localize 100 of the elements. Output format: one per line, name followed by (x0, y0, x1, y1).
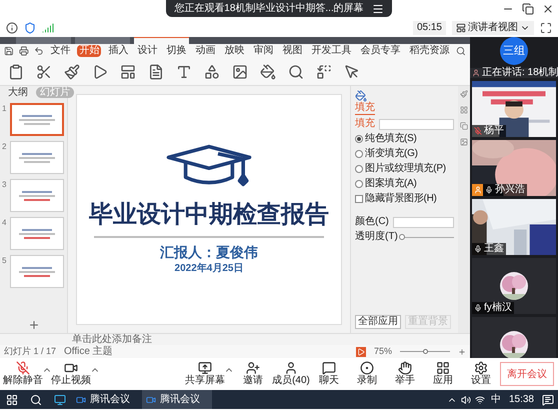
dropdown-field[interactable] (379, 118, 454, 130)
signal-icon[interactable] (42, 22, 54, 34)
ribbon-tab[interactable]: 动画 (193, 45, 218, 57)
ribbon-tab[interactable]: 开发工具 (309, 45, 354, 57)
video-camera-icon (146, 394, 156, 404)
browser-icon[interactable] (54, 394, 66, 406)
notification-icon[interactable] (542, 394, 554, 406)
taskbar-app[interactable]: 腾讯会议 (72, 390, 142, 409)
fill-icon[interactable] (355, 90, 367, 102)
print-icon[interactable] (18, 46, 28, 56)
toolbar-button[interactable]: 成员(40) (272, 361, 310, 387)
play-icon[interactable] (92, 64, 108, 80)
save-icon[interactable] (4, 46, 14, 56)
volume-icon[interactable] (460, 394, 471, 404)
paintbrush-icon[interactable] (64, 64, 80, 80)
participant-name: fy楠汉 (484, 303, 512, 313)
presenter-text: 汇报人：夏俊伟 (160, 244, 258, 262)
toolbar-button[interactable]: 停止视频 (52, 361, 100, 387)
radio-button[interactable] (355, 165, 363, 173)
opacity-label: 透明度(T) (355, 231, 398, 243)
toolbar-button[interactable]: 举手 (386, 361, 424, 387)
close-icon[interactable] (542, 3, 554, 15)
slide-number: 4 (2, 217, 8, 229)
slide-thumbnail[interactable] (10, 217, 64, 250)
toolbar-button[interactable]: 录制 (348, 361, 386, 387)
leave-meeting-button[interactable]: 离开会议 (500, 362, 554, 386)
ribbon-tab[interactable]: 插入 (106, 45, 130, 57)
fullscreen-icon[interactable] (540, 22, 552, 34)
ribbon-tab[interactable]: 会员专享 (358, 45, 402, 57)
info-icon[interactable] (6, 22, 18, 34)
document-icon[interactable] (148, 64, 164, 80)
layout-icon[interactable] (120, 64, 136, 80)
notes-placeholder[interactable]: 单击此处添加备注 (72, 334, 152, 345)
restore-icon[interactable] (522, 3, 534, 15)
theme-name: Office 主题 (64, 346, 113, 357)
record-icon (360, 361, 374, 375)
slide-thumbnail[interactable] (10, 179, 64, 212)
add-slide-icon[interactable] (28, 319, 40, 331)
network-icon[interactable] (474, 394, 485, 404)
search-icon[interactable] (288, 64, 304, 80)
grid-icon[interactable] (460, 106, 468, 114)
text-icon[interactable] (176, 64, 192, 80)
chat-bubble-icon (322, 361, 336, 375)
shield-icon[interactable] (24, 22, 36, 34)
color-dropdown[interactable] (392, 216, 454, 228)
scissors-icon[interactable] (36, 64, 52, 80)
ribbon-tab[interactable]: 开始 (77, 45, 102, 57)
brush-icon[interactable] (460, 90, 468, 98)
slide-number: 5 (2, 255, 8, 267)
toolbar-button[interactable]: 聊天 (310, 361, 348, 387)
slide-thumbnail[interactable] (10, 255, 64, 288)
menu-icon[interactable] (372, 2, 384, 14)
image-icon[interactable] (232, 64, 248, 80)
toolbar-button[interactable]: 共享屏幕 (186, 361, 234, 387)
panel-tab[interactable]: 大纲 (4, 87, 32, 98)
muted-microphone-icon (474, 127, 482, 135)
copy-icon[interactable] (460, 122, 468, 130)
slide-thumbnail[interactable] (10, 141, 64, 174)
slide-thumbnail[interactable] (10, 103, 64, 136)
shapes-icon[interactable] (204, 64, 220, 80)
start-icon[interactable] (6, 394, 18, 406)
toolbar-button[interactable]: 应用 (424, 361, 462, 387)
toolbar-button[interactable]: 设置 (462, 361, 500, 387)
ribbon-tab[interactable]: 设计 (135, 45, 160, 57)
toolbar-button[interactable]: 邀请 (234, 361, 272, 387)
slide-number: 2 (2, 141, 8, 153)
ribbon-tab[interactable]: 视图 (280, 45, 304, 57)
paint-bucket-icon[interactable] (260, 64, 276, 80)
paste-icon[interactable] (8, 64, 24, 80)
zoom-level: 75% (374, 344, 392, 358)
radio-button[interactable] (355, 180, 363, 188)
image-icon[interactable] (460, 138, 468, 146)
search-icon[interactable] (30, 394, 42, 406)
ribbon-tab[interactable]: 文件 (48, 45, 72, 57)
slide-number: 3 (2, 179, 8, 191)
option-label: 图案填充(A) (365, 178, 417, 190)
search-icon[interactable] (456, 46, 466, 56)
layout-icon (456, 22, 466, 32)
ribbon-tab[interactable]: 放映 (222, 45, 246, 57)
input-method[interactable]: 中 (490, 392, 501, 407)
replace-icon[interactable] (316, 64, 332, 80)
participant-name: 王鑫 (484, 244, 504, 254)
speaker-view-button[interactable]: 演讲者视图 (452, 20, 534, 34)
taskbar-app[interactable]: 腾讯会议 (142, 390, 212, 409)
zoom-in-icon[interactable] (458, 348, 466, 356)
slideshow-button[interactable] (356, 346, 366, 356)
pane-button[interactable]: 全部应用 (355, 315, 401, 329)
ribbon-tab[interactable]: 切换 (164, 45, 188, 57)
slide-count: 幻灯片 1 / 17 (4, 344, 56, 358)
radio-button[interactable] (355, 135, 363, 143)
ribbon-tab[interactable]: 稻壳资源 (407, 45, 452, 57)
ribbon-tab[interactable]: 审阅 (251, 45, 276, 57)
undo-icon[interactable] (34, 46, 44, 56)
toolbar-button[interactable]: 解除静音 (4, 361, 52, 387)
radio-button[interactable] (355, 150, 363, 158)
checkbox[interactable] (355, 195, 363, 203)
pointer-icon[interactable] (344, 64, 360, 80)
document-tab[interactable] (134, 37, 189, 44)
speaking-text: 正在讲话: 18机制 (482, 68, 558, 78)
date-text: 2022年4月25日 (174, 262, 244, 276)
